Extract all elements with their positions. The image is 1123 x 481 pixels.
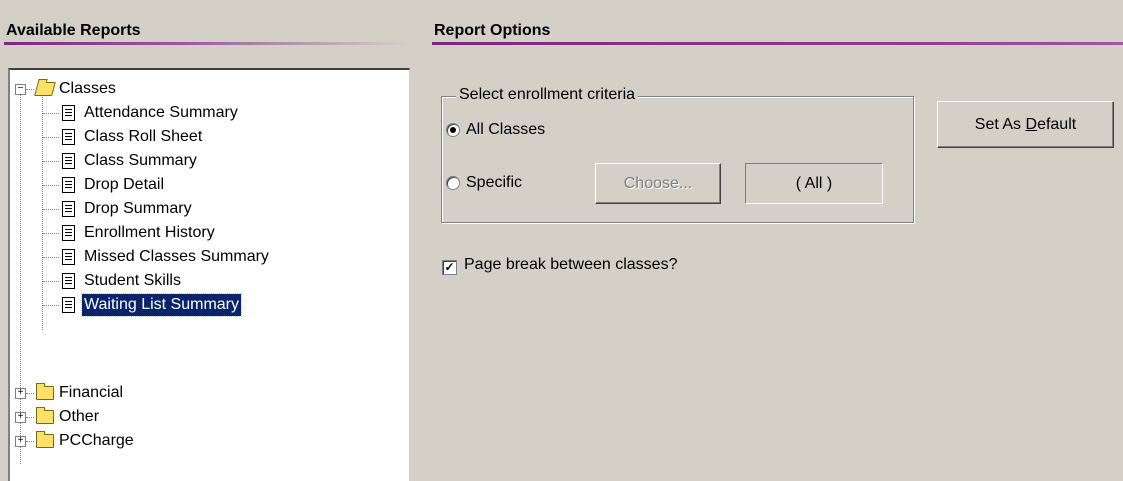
folder-icon	[36, 383, 54, 400]
tree-node-label: Missed Classes Summary	[84, 248, 269, 265]
report-document-icon	[62, 297, 75, 313]
tree-node-label: Student Skills	[84, 272, 181, 289]
tree-node-label: Enrollment History	[84, 224, 215, 241]
page-break-label[interactable]: Page break between classes?	[464, 256, 677, 274]
tree-node-report[interactable]: Attendance Summary	[10, 102, 390, 124]
tree-node-label: Attendance Summary	[84, 104, 238, 121]
tree-node-label: Drop Detail	[84, 176, 165, 193]
tree-node-label: Class Roll Sheet	[84, 128, 203, 145]
tree-node-label: Waiting List Summary	[81, 293, 242, 317]
radio-all-classes-label: All Classes	[466, 121, 546, 138]
tree-node-report[interactable]: Drop Detail	[10, 174, 390, 196]
available-reports-header: Available Reports	[0, 0, 410, 46]
folder-icon	[36, 407, 54, 424]
tree-node-classes[interactable]: − Classes	[10, 78, 390, 100]
radio-button[interactable]	[446, 123, 460, 137]
report-document-icon	[62, 225, 75, 241]
report-document-icon	[62, 273, 75, 289]
specific-classes-display: ( All )	[745, 163, 883, 204]
tree-connector-line	[43, 161, 59, 162]
radio-all-classes[interactable]: All Classes	[446, 119, 646, 141]
plus-expander-icon[interactable]: +	[15, 388, 26, 399]
set-default-text: Set As	[974, 116, 1026, 133]
report-document-icon	[62, 249, 75, 265]
available-reports-title: Available Reports	[6, 22, 141, 39]
tree-node-other[interactable]: + Other	[10, 406, 390, 428]
tree-connector-line	[43, 257, 59, 258]
header-underline	[432, 42, 1123, 45]
report-document-icon	[62, 105, 75, 121]
report-document-icon	[62, 177, 75, 193]
report-options-header: Report Options	[428, 0, 1123, 46]
tree-node-report[interactable]: Student Skills	[10, 270, 390, 292]
tree-connector-line	[43, 185, 59, 186]
tree-node-report[interactable]: Class Roll Sheet	[10, 126, 390, 148]
header-underline	[4, 42, 410, 45]
tree-node-label: PCCharge	[59, 432, 134, 449]
open-folder-icon	[34, 82, 56, 96]
report-options-title: Report Options	[434, 22, 551, 39]
tree-node-report[interactable]: Waiting List Summary	[10, 293, 390, 317]
tree-connector-line	[26, 89, 34, 90]
page-break-checkbox[interactable]: ✓	[442, 260, 457, 275]
tree-connector-line	[43, 137, 59, 138]
tree-connector-line	[43, 233, 59, 234]
radio-button[interactable]	[446, 176, 460, 190]
tree-node-report[interactable]: Enrollment History	[10, 222, 390, 244]
tree-node-pccharge[interactable]: + PCCharge	[10, 430, 390, 452]
tree-node-label: Other	[59, 408, 100, 425]
tree-node-report[interactable]: Missed Classes Summary	[10, 246, 390, 268]
choose-button[interactable]: Choose...	[595, 163, 721, 204]
tree-connector-line	[43, 113, 59, 114]
report-document-icon	[62, 129, 75, 145]
set-default-accelerator: D	[1025, 116, 1038, 133]
folder-icon	[36, 431, 54, 448]
set-default-text-rest: efault	[1037, 116, 1077, 133]
tree-connector-line	[43, 281, 59, 282]
tree-connector-line	[43, 305, 59, 306]
radio-specific-label: Specific	[466, 174, 523, 191]
tree-node-financial[interactable]: + Financial	[10, 382, 390, 404]
tree-node-label: Classes	[59, 80, 116, 97]
tree-node-label: Drop Summary	[84, 200, 192, 217]
enrollment-criteria-legend: Select enrollment criteria	[456, 86, 639, 104]
report-document-icon	[62, 201, 75, 217]
tree-node-report[interactable]: Drop Summary	[10, 198, 390, 220]
tree-connector-line	[26, 441, 34, 442]
minus-expander-icon[interactable]: −	[15, 84, 26, 95]
plus-expander-icon[interactable]: +	[15, 412, 26, 423]
tree-connector-line	[26, 393, 34, 394]
plus-expander-icon[interactable]: +	[15, 436, 26, 447]
tree-node-report[interactable]: Class Summary	[10, 150, 390, 172]
tree-node-label: Financial	[59, 384, 124, 401]
radio-specific[interactable]: Specific	[446, 172, 586, 194]
set-as-default-button[interactable]: Set As Default	[937, 101, 1114, 148]
tree-connector-line	[43, 209, 59, 210]
reports-tree[interactable]: − Classes Attendance Summary Class Roll S…	[8, 68, 410, 481]
tree-connector-line	[26, 417, 34, 418]
tree-node-label: Class Summary	[84, 152, 197, 169]
report-document-icon	[62, 153, 75, 169]
